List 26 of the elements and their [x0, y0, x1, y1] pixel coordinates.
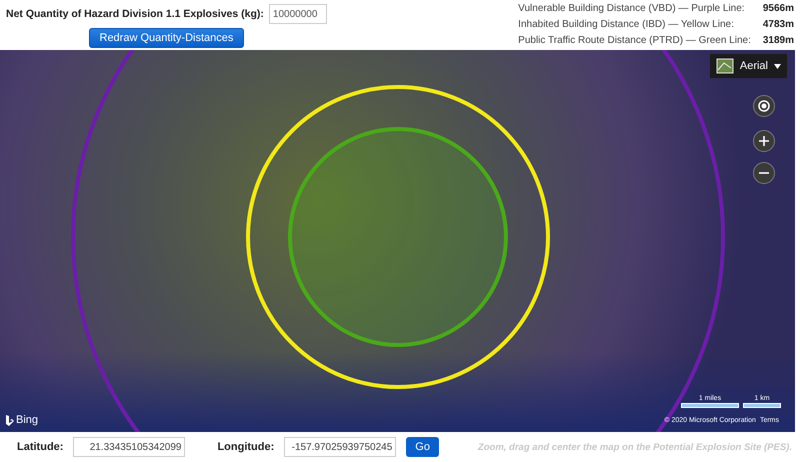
distance-label: Public Traffic Route Distance (PTRD) — Green Line: — [518, 35, 751, 48]
distance-value: 9566m — [762, 3, 794, 16]
zoom-out-button[interactable] — [753, 162, 775, 184]
bing-logo-icon — [6, 414, 14, 426]
map-layer-icon — [716, 58, 734, 74]
locate-button[interactable] — [753, 95, 775, 117]
caret-icon — [774, 64, 781, 68]
quantity-label: Net Quantity of Hazard Division 1.1 Explosives (kg): — [6, 8, 264, 20]
distance-label: Vulnerable Building Distance (VBD) — Purple Line: — [518, 3, 746, 16]
distance-label: Inhabited Building Distance (IBD) — Yellow Line: — [518, 19, 735, 32]
scale-bar — [743, 403, 781, 408]
scale-bar — [681, 403, 739, 408]
map-brand: Bing — [16, 414, 38, 426]
go-button[interactable]: Go — [406, 437, 439, 457]
latitude-label: Latitude: — [17, 441, 64, 453]
redraw-button[interactable]: Redraw Quantity-Distances — [88, 28, 244, 48]
distance-value: 3189m — [762, 35, 794, 48]
latitude-field[interactable]: 21.33435105342099 — [73, 437, 186, 457]
locate-icon — [758, 100, 770, 112]
zoom-in-button[interactable] — [753, 130, 775, 152]
map-type-dropdown[interactable]: Aerial — [710, 54, 787, 78]
longitude-label: Longitude: — [217, 441, 274, 453]
longitude-field[interactable]: -157.97025939750245 — [284, 437, 396, 457]
quantity-field[interactable]: 10000000 — [268, 4, 327, 24]
distance-value: 4783m — [762, 19, 794, 32]
plus-icon — [758, 135, 770, 147]
